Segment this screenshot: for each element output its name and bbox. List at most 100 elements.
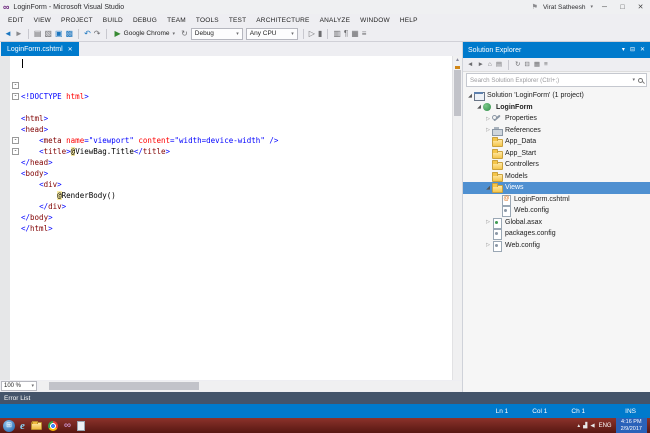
search-scope-caret-icon[interactable]: ▾ <box>632 77 635 83</box>
tree-item-app-data[interactable]: App_Data <box>463 136 650 148</box>
folder-icon <box>492 183 503 194</box>
tree-item-views[interactable]: ◢ Views <box>463 182 650 194</box>
tree-item-loginform[interactable]: ◢ LoginForm <box>463 102 650 114</box>
break-all-icon[interactable]: ▮ <box>318 29 322 39</box>
tree-expander-icon[interactable]: ▷ <box>484 219 492 225</box>
menu-item-view[interactable]: VIEW <box>29 17 56 24</box>
tree-item-web-config[interactable]: ▷ Web.config <box>463 240 650 252</box>
start-without-debugging-icon[interactable]: ▷ <box>309 29 315 39</box>
new-file-icon[interactable]: ▤ <box>34 29 42 39</box>
redo-icon[interactable]: ↷ <box>94 29 101 39</box>
window-position-icon[interactable]: ▾ <box>622 45 625 55</box>
menu-item-test[interactable]: TEST <box>224 17 251 24</box>
navigate-icon[interactable]: ≡ <box>362 29 367 39</box>
close-icon[interactable]: ✕ <box>640 45 645 55</box>
signed-in-user[interactable]: Virat Satheesh <box>543 4 586 11</box>
bookmark-icon[interactable]: ▦ <box>351 29 359 39</box>
tree-item-app-start[interactable]: App_Start <box>463 148 650 160</box>
breakpoint-margin[interactable] <box>0 56 10 380</box>
tree-expander-icon[interactable]: ▷ <box>484 127 492 133</box>
internet-explorer-icon[interactable]: e <box>20 420 25 432</box>
menu-item-window[interactable]: WINDOW <box>355 17 395 24</box>
scrollbar-thumb[interactable] <box>49 382 199 390</box>
menu-item-edit[interactable]: EDIT <box>3 17 29 24</box>
tree-expander-icon[interactable]: ◢ <box>475 104 483 110</box>
clock[interactable]: 4:16 PM 2/9/2017 <box>615 418 647 433</box>
scrollbar-thumb[interactable] <box>454 70 461 116</box>
menu-item-team[interactable]: TEAM <box>162 17 191 24</box>
tab-loginform-cshtml[interactable]: LoginForm.cshtml ✕ <box>1 42 79 56</box>
solution-platform-dropdown[interactable]: Any CPU ▾ <box>245 27 298 40</box>
back-icon[interactable]: ◄ <box>4 29 12 39</box>
fold-toggle-icon[interactable]: - <box>12 82 19 89</box>
tree-item-global-asax[interactable]: ▷ Global.asax <box>463 217 650 229</box>
zoom-dropdown[interactable]: 100 % ▾ <box>1 381 37 391</box>
forward-icon[interactable]: ► <box>477 60 483 70</box>
open-file-icon[interactable]: ▧ <box>44 29 52 39</box>
tree-expander-icon[interactable]: ◢ <box>484 185 492 191</box>
refresh-icon[interactable]: ↻ <box>181 29 188 39</box>
solution-configuration-dropdown[interactable]: Debug ▾ <box>190 27 243 40</box>
menu-item-analyze[interactable]: ANALYZE <box>315 17 356 24</box>
tree-item-controllers[interactable]: Controllers <box>463 159 650 171</box>
file-explorer-icon[interactable] <box>30 420 42 430</box>
forward-icon[interactable]: ► <box>15 29 23 39</box>
switch-views-icon[interactable]: ▤ <box>496 60 502 70</box>
tree-expander-icon[interactable]: ◢ <box>466 93 474 99</box>
fold-toggle-icon[interactable]: - <box>12 137 19 144</box>
start-button[interactable]: ⊞ <box>3 419 15 432</box>
menu-item-debug[interactable]: DEBUG <box>128 17 162 24</box>
fold-toggle-icon[interactable]: - <box>12 93 19 100</box>
chrome-icon[interactable] <box>47 420 58 431</box>
maximize-button[interactable]: □ <box>616 4 629 11</box>
horizontal-scrollbar[interactable] <box>39 381 462 391</box>
home-icon[interactable]: ⌂ <box>488 60 492 70</box>
visual-studio-icon[interactable]: ∞ <box>64 420 71 432</box>
back-icon[interactable]: ◄ <box>467 60 473 70</box>
scroll-up-icon[interactable]: ▲ <box>453 56 462 64</box>
tree-expander-icon[interactable]: ▷ <box>484 242 492 248</box>
volume-icon[interactable]: ◀ <box>590 421 594 431</box>
start-debug-button[interactable]: ▶ Google Chrome ▾ <box>112 28 179 39</box>
find-in-files-icon[interactable]: ▥ <box>333 29 341 39</box>
error-list-bar[interactable]: Error List <box>0 392 650 404</box>
tree-expander-icon[interactable]: ▷ <box>484 116 492 122</box>
code-editor[interactable]: - - - - <!DOCTYPE html> <html> <head> <meta … <box>0 56 462 380</box>
code-text-area[interactable]: <!DOCTYPE html> <html> <head> <meta name=… <box>21 56 452 380</box>
notepad-icon[interactable] <box>77 420 86 431</box>
tree-item-packages-config[interactable]: packages.config <box>463 228 650 241</box>
properties-icon[interactable]: ≡ <box>544 60 548 70</box>
menu-item-project[interactable]: PROJECT <box>56 17 98 24</box>
solution-explorer-search-input[interactable]: Search Solution Explorer (Ctrl+;) ▾ <box>466 73 647 87</box>
tree-item-properties[interactable]: ▷ Properties <box>463 113 650 125</box>
collapse-all-icon[interactable]: ⊟ <box>524 60 529 70</box>
menu-item-help[interactable]: HELP <box>395 17 423 24</box>
sync-with-active-document-icon[interactable]: ↻ <box>515 60 520 70</box>
vertical-scrollbar[interactable]: ▲ <box>452 56 462 380</box>
language-indicator[interactable]: ENG <box>599 423 612 429</box>
tree-item-web-config[interactable]: Web.config <box>463 205 650 218</box>
network-icon[interactable]: ▟ <box>583 421 587 431</box>
menu-item-build[interactable]: BUILD <box>98 17 128 24</box>
undo-icon[interactable]: ↶ <box>84 29 91 39</box>
minimize-button[interactable]: ─ <box>598 4 611 11</box>
menu-item-tools[interactable]: TOOLS <box>191 17 224 24</box>
comment-icon[interactable]: ¶ <box>344 29 348 39</box>
browser-target-caret-icon[interactable]: ▾ <box>173 31 176 37</box>
fold-toggle-icon[interactable]: - <box>12 148 19 155</box>
save-icon[interactable]: ▣ <box>55 29 63 39</box>
tree-item-references[interactable]: ▷ References <box>463 125 650 137</box>
show-hidden-icons-icon[interactable]: ▴ <box>577 421 580 431</box>
tree-item-models[interactable]: Models <box>463 171 650 183</box>
solution-explorer-header[interactable]: Solution Explorer ▾ ⊟ ✕ <box>463 42 650 58</box>
tab-close-icon[interactable]: ✕ <box>68 46 73 53</box>
feedback-flag-icon[interactable]: ⚑ <box>532 3 538 11</box>
show-all-files-icon[interactable]: ▦ <box>534 60 540 70</box>
save-all-icon[interactable]: ▩ <box>66 29 74 39</box>
tree-item-solution-loginform-1-project[interactable]: ◢ Solution 'LoginForm' (1 project) <box>463 90 650 102</box>
auto-hide-pin-icon[interactable]: ⊟ <box>630 45 635 55</box>
tree-item-loginform-cshtml[interactable]: LoginForm.cshtml <box>463 194 650 206</box>
menu-item-architecture[interactable]: ARCHITECTURE <box>251 17 314 24</box>
user-menu-caret-icon[interactable]: ▾ <box>590 4 593 10</box>
close-button[interactable]: ✕ <box>634 3 647 11</box>
